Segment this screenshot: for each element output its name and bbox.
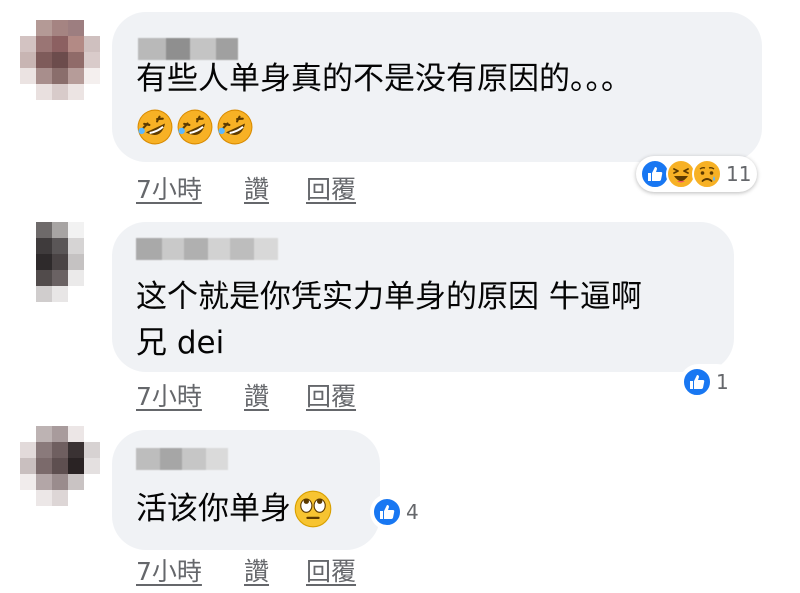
face-with-rolling-eyes-icon	[294, 490, 332, 528]
reply-button[interactable]: 回覆	[306, 552, 356, 588]
like-reaction-icon	[372, 497, 402, 527]
comment-thread: 有些人单身真的不是没有原因的。。。 11 7小時 讚 回覆 这个就是你凭实力单身…	[0, 0, 800, 593]
timestamp-link[interactable]: 7小時	[136, 552, 244, 588]
like-button[interactable]: 讚	[244, 552, 306, 588]
comment-bubble: 活该你单身	[112, 430, 380, 550]
comment-3: 活该你单身 4 7小時 讚 回覆	[0, 0, 800, 593]
comment-actions: 7小時 讚 回覆	[136, 552, 356, 588]
reaction-summary[interactable]: 4	[370, 494, 425, 530]
avatar[interactable]	[20, 426, 100, 506]
comment-text-body: 活该你单身	[136, 491, 291, 527]
commenter-name-redacted[interactable]	[136, 448, 228, 470]
comment-text: 活该你单身	[136, 486, 333, 532]
reaction-count: 4	[406, 500, 419, 524]
